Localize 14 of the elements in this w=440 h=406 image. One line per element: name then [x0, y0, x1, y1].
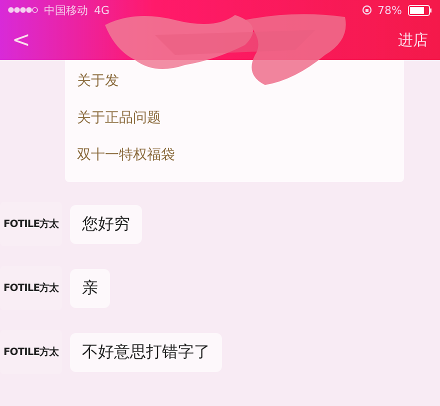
back-button[interactable]: <	[8, 28, 34, 52]
menu-item[interactable]: 关于正品问题	[77, 109, 394, 127]
carrier-name: 中国移动	[44, 4, 88, 16]
rotation-lock-icon	[362, 5, 372, 15]
menu-item[interactable]: 关于发	[77, 72, 394, 90]
message-bubble: 您好穷	[70, 204, 142, 244]
battery-percent: 78%	[378, 4, 402, 16]
menu-item[interactable]: 双十一特权福袋	[77, 146, 394, 164]
message-bubble: 亲	[70, 268, 110, 308]
battery-icon	[408, 4, 432, 16]
message-bubble: 不好意思打错字了	[70, 332, 222, 372]
signal-icon	[8, 7, 38, 13]
network-type: 4G	[94, 4, 110, 16]
enter-store-button[interactable]: 进店	[394, 30, 432, 50]
